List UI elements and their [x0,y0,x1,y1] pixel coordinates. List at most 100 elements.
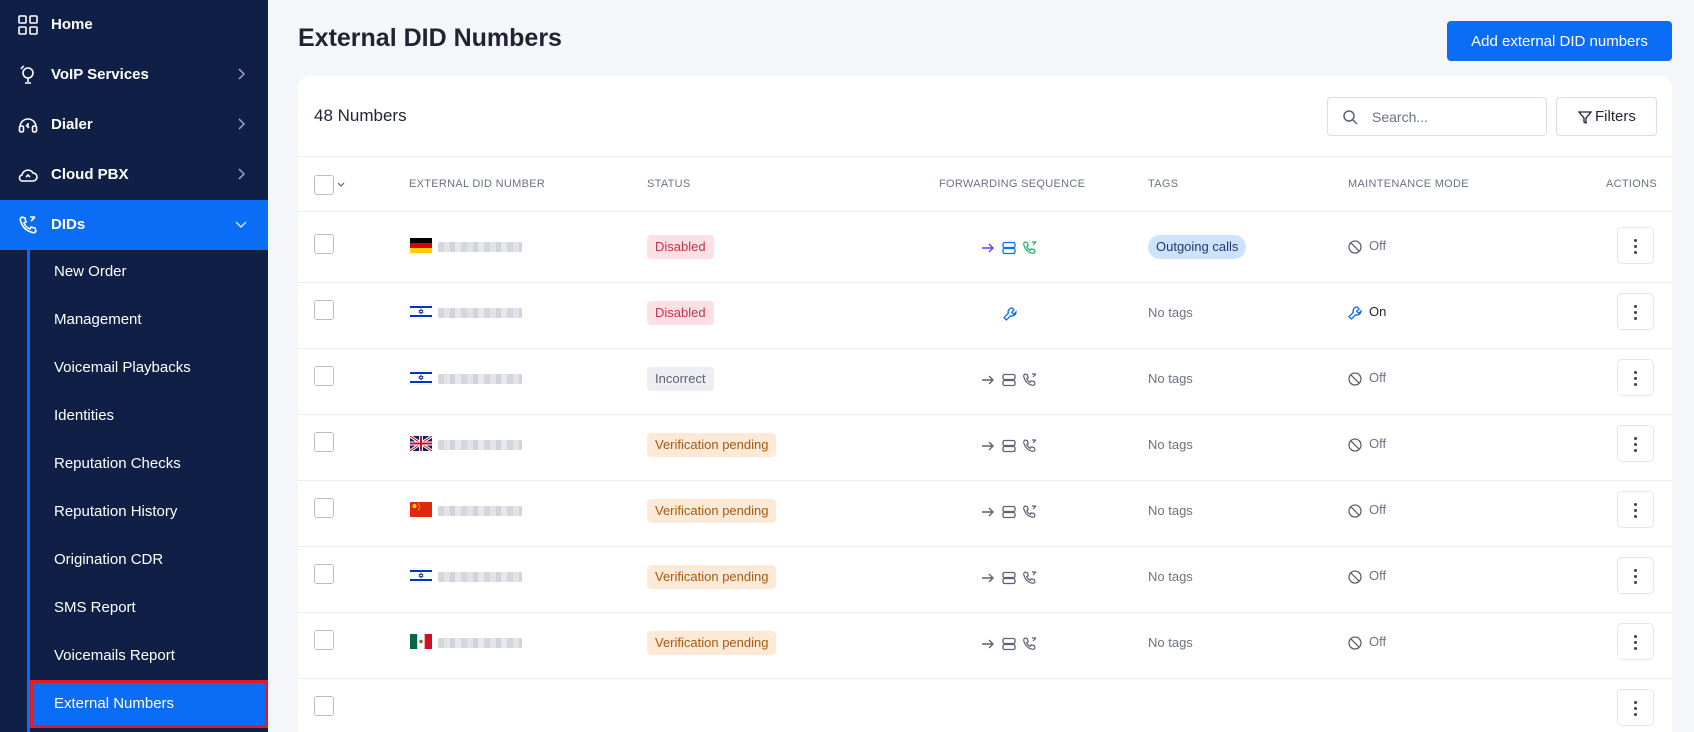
sidebar-item-cloud-pbx[interactable]: Cloud PBX [0,150,268,200]
sidebar-item-voip-services[interactable]: VoIP Services [0,50,268,100]
flag-icon [410,568,432,583]
did-number-redacted [438,506,522,516]
column-header-actions: ACTIONS [1606,178,1657,190]
table-row[interactable]: Verification pending No tags Off [298,608,1672,679]
tag-badge[interactable]: Outgoing calls [1148,235,1247,259]
sidebar-subitem-reputation-checks[interactable]: Reputation Checks [30,440,268,488]
forwarding-sequence [974,567,1044,589]
table-row[interactable] [298,674,1672,732]
row-actions-button[interactable] [1617,689,1654,726]
column-header-maintenance-mode: MAINTENANCE MODE [1348,178,1469,190]
chevron-down-icon[interactable] [337,182,345,188]
table-row[interactable]: Disabled Outgoing calls Off [298,212,1672,283]
row-checkbox[interactable] [314,696,334,716]
voip-icon [20,65,34,84]
disabled-icon [1348,636,1362,650]
arrow-right-icon [982,639,994,649]
sidebar-subitem-label: External Numbers [54,695,175,712]
cloud-icon [18,169,38,182]
table-row[interactable]: Disabled No tags On [298,278,1672,349]
sidebar-subitem-management[interactable]: Management [30,296,268,344]
sidebar-subitem-label: Voicemails Report [54,647,175,664]
server-icon [1002,241,1016,255]
sidebar-subitem-origination-cdr[interactable]: Origination CDR [30,536,268,584]
forwarding-sequence [974,369,1044,391]
sidebar-subitem-voicemails-report[interactable]: Voicemails Report [30,632,268,680]
sidebar-item-dialer[interactable]: Dialer [0,100,268,150]
sidebar-subitem-new-order[interactable]: New Order [30,248,268,296]
sidebar-item-home[interactable]: Home [0,0,268,50]
server-icon [1002,571,1016,585]
sidebar-subitem-external-numbers[interactable]: External Numbers [30,680,268,728]
sidebar-item-dids[interactable]: DIDs [0,200,268,250]
sidebar-item-label: DIDs [51,216,86,233]
table-row[interactable]: Verification pending No tags Off [298,542,1672,613]
row-actions-button[interactable] [1617,491,1654,528]
phone-forward-icon [1023,373,1037,386]
forwarding-sequence [974,501,1044,523]
disabled-icon [1348,372,1362,386]
chevron-right-icon [238,68,246,80]
forwarding-sequence [974,237,1044,259]
phone-forward-icon [1023,439,1037,452]
sidebar-subitem-reputation-history[interactable]: Reputation History [30,488,268,536]
row-checkbox[interactable] [314,432,334,452]
disabled-icon [1348,240,1362,254]
table-row[interactable]: Verification pending No tags Off [298,476,1672,547]
row-checkbox[interactable] [314,300,334,320]
flag-icon [410,502,432,517]
row-actions-button[interactable] [1617,227,1654,264]
select-all-checkbox[interactable] [314,175,334,195]
row-checkbox[interactable] [314,366,334,386]
row-checkbox[interactable] [314,234,334,254]
sidebar-subitem-sms-report[interactable]: SMS Report [30,584,268,632]
arrow-right-icon [982,243,994,253]
table-header: EXTERNAL DID NUMBER STATUS FORWARDING SE… [298,156,1672,212]
flag-icon [410,634,432,649]
add-external-did-button[interactable]: Add external DID numbers [1447,21,1672,61]
did-number-redacted [438,242,522,252]
sidebar-subitem-label: Voicemail Playbacks [54,359,191,376]
chevron-right-icon [238,118,246,130]
row-checkbox[interactable] [314,564,334,584]
row-checkbox[interactable] [314,498,334,518]
row-checkbox[interactable] [314,630,334,650]
forwarding-sequence [974,303,1044,325]
row-actions-button[interactable] [1617,425,1654,462]
column-header-status[interactable]: STATUS [647,178,691,190]
row-actions-button[interactable] [1617,557,1654,594]
column-header-external-did-number[interactable]: EXTERNAL DID NUMBER [409,178,545,190]
headset-icon [18,118,38,133]
did-number-redacted [438,308,522,318]
sidebar-subitem-voicemail-playbacks[interactable]: Voicemail Playbacks [30,344,268,392]
table-row[interactable]: Incorrect No tags Off [298,344,1672,415]
table-row[interactable]: Verification pending No tags Off [298,410,1672,481]
phone-forward-icon [1023,241,1037,254]
sidebar-subitem-label: Management [54,311,142,328]
sidebar-subitem-identities[interactable]: Identities [30,392,268,440]
disabled-icon [1348,504,1362,518]
did-number-redacted [438,572,522,582]
sidebar-subitem-label: Reputation History [54,503,178,520]
maintenance-mode-value: Off [1369,634,1387,649]
flag-icon [410,304,432,319]
sidebar: Home VoIP Services Dialer Cloud PBX DIDs… [0,0,268,732]
filters-button[interactable]: Filters [1556,97,1657,136]
maintenance-mode-value: Off [1369,568,1387,583]
forwarding-sequence [974,435,1044,457]
status-badge: Incorrect [647,367,714,391]
page-title: External DID Numbers [298,24,562,52]
search-box[interactable] [1327,97,1547,136]
phone-forward-icon [1023,637,1037,650]
search-input[interactable] [1372,107,1537,127]
arrow-right-icon [982,507,994,517]
row-actions-button[interactable] [1617,293,1654,330]
row-actions-button[interactable] [1617,623,1654,660]
search-icon [1343,110,1358,125]
no-tags-text: No tags [1148,635,1193,650]
row-actions-button[interactable] [1617,359,1654,396]
status-badge: Disabled [647,235,714,259]
sidebar-subitem-label: New Order [54,263,127,280]
status-badge: Disabled [647,301,714,325]
phone-forward-icon [1023,571,1037,584]
